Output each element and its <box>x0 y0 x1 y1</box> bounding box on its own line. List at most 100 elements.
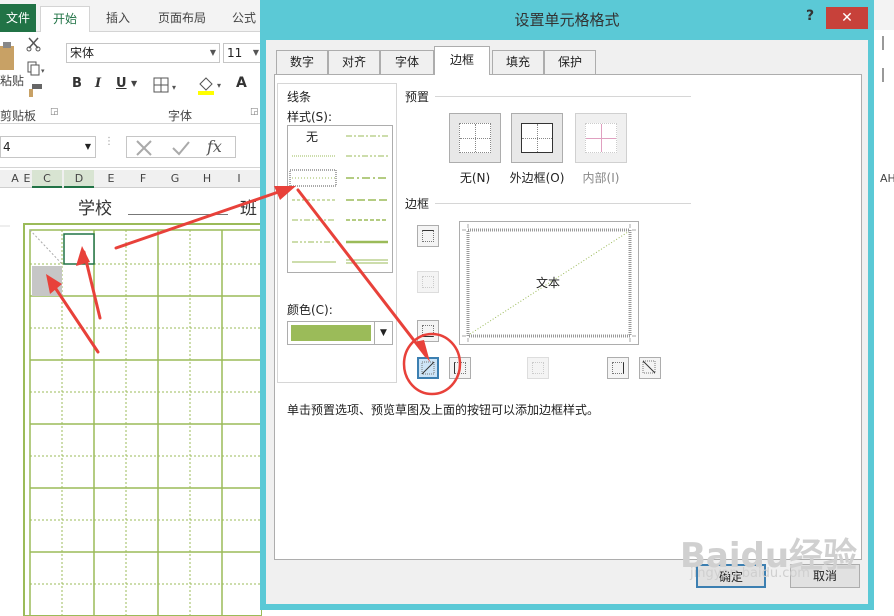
tab-alignment[interactable]: 对齐 <box>328 50 380 74</box>
underline-button[interactable]: U <box>116 76 127 91</box>
border-diagonal-down-button[interactable] <box>639 357 661 379</box>
watermark-url: jingyan.baidu.com <box>690 566 810 581</box>
preset-outline-icon <box>521 123 553 153</box>
tab-protection[interactable]: 保护 <box>544 50 596 74</box>
preset-inside-icon <box>585 123 617 153</box>
clipboard-launcher-icon[interactable]: ◲ <box>50 107 59 117</box>
border-bottom-icon <box>422 325 434 337</box>
diagonal-up-icon <box>421 361 435 375</box>
tianzige-grid <box>0 223 262 616</box>
border-left-icon <box>454 362 466 374</box>
svg-text:▾: ▾ <box>172 83 176 92</box>
font-name-value: 宋体 <box>70 46 95 60</box>
format-painter-icon[interactable] <box>26 82 44 98</box>
tab-number[interactable]: 数字 <box>276 50 328 74</box>
chevron-down-icon: ▼ <box>252 48 259 57</box>
enter-icon[interactable] <box>171 139 191 157</box>
name-box-value: 4 <box>3 140 11 154</box>
formula-buttons: fx <box>126 136 236 158</box>
border-tab-panel: 线条 样式(S): 无 颜色(C): ▼ 预置 无(N) 外边框(O) 内部(I… <box>274 74 862 560</box>
preset-inside-label: 内部(I) <box>582 171 620 185</box>
tab-insert[interactable]: 插入 <box>96 6 140 32</box>
tab-fill[interactable]: 填充 <box>492 50 544 74</box>
column-header[interactable]: D <box>64 170 94 188</box>
border-preview[interactable]: 文本 <box>459 221 639 345</box>
border-bottom-button[interactable] <box>417 320 439 342</box>
preset-inside-button[interactable] <box>575 113 627 163</box>
tab-page-layout[interactable]: 页面布局 <box>150 6 214 32</box>
tab-border[interactable]: 边框 <box>434 46 490 75</box>
column-header-ah[interactable]: AH <box>880 172 894 185</box>
tab-home[interactable]: 开始 <box>40 6 90 33</box>
dialog-title: 设置单元格格式 <box>514 11 620 29</box>
chevron-down-icon: ▼ <box>84 142 91 151</box>
preset-none-label: 无(N) <box>459 171 491 185</box>
fill-color-icon[interactable]: ▾ <box>196 74 226 96</box>
line-style-options[interactable] <box>288 126 392 272</box>
column-header[interactable]: F <box>128 170 158 188</box>
column-header[interactable]: C <box>32 170 62 188</box>
line-color-combo[interactable]: ▼ <box>287 321 393 345</box>
preset-none-hline <box>460 138 490 139</box>
column-header[interactable]: E <box>22 170 32 188</box>
dialog-body: 数字 对齐 字体 边框 填充 保护 线条 样式(S): 无 颜色(C): ▼ 预… <box>266 40 868 604</box>
font-color-button[interactable]: A <box>236 75 247 91</box>
font-size-value: 11 <box>227 46 243 60</box>
tab-file[interactable]: 文件 <box>0 4 36 32</box>
border-right-button[interactable] <box>607 357 629 379</box>
column-header[interactable]: A <box>10 170 20 188</box>
border-group-label: 边框 <box>405 197 430 211</box>
copy-icon[interactable]: ▾ <box>26 60 48 76</box>
column-header[interactable]: I <box>224 170 254 188</box>
borders-icon[interactable]: ▾ <box>152 76 182 94</box>
chevron-down-icon[interactable]: ▼ <box>131 79 137 88</box>
cancel-icon[interactable] <box>135 139 153 157</box>
border-middle-v-icon <box>532 362 544 374</box>
border-top-icon <box>422 230 434 242</box>
paste-label[interactable]: 粘贴 <box>0 72 24 89</box>
svg-text:▾: ▾ <box>217 81 221 90</box>
font-group-label: 字体 <box>168 109 193 123</box>
worksheet-grid[interactable]: 学校 班 <box>0 188 262 616</box>
chevron-down-icon[interactable]: ▼ <box>374 322 392 344</box>
font-name-combo[interactable]: 宋体 ▼ <box>66 43 220 63</box>
bold-button[interactable]: B <box>72 76 82 91</box>
diagonal-down-icon <box>642 360 656 374</box>
clipboard-group-label: 剪贴板 <box>0 109 37 123</box>
border-diagonal-up-button[interactable] <box>417 357 439 379</box>
column-header[interactable]: E <box>96 170 126 188</box>
column-header[interactable]: G <box>160 170 190 188</box>
preset-none-button[interactable] <box>449 113 501 163</box>
italic-button[interactable]: I <box>95 76 101 91</box>
tab-font[interactable]: 字体 <box>380 50 434 74</box>
border-right-icon <box>612 362 624 374</box>
name-box[interactable]: 4 ▼ <box>0 136 96 158</box>
help-button[interactable]: ? <box>806 8 814 24</box>
formula-bar-grip: ⋮ <box>104 136 114 147</box>
chevron-down-icon: ▼ <box>209 48 216 57</box>
column-header[interactable]: H <box>192 170 222 188</box>
font-size-combo[interactable]: 11 ▼ <box>223 43 263 63</box>
preset-none-icon <box>459 123 491 153</box>
border-middle-h-button[interactable] <box>417 271 439 293</box>
border-top-button[interactable] <box>417 225 439 247</box>
style-label: 样式(S): <box>287 110 333 124</box>
insert-function-icon[interactable]: fx <box>207 137 222 156</box>
format-cells-dialog: 设置单元格格式 ? ✕ 数字 对齐 字体 边框 填充 保护 线条 样式(S): … <box>260 0 874 610</box>
preset-outline-hline <box>522 138 552 139</box>
ribbon-edge-mark <box>882 36 884 50</box>
preset-outline-button[interactable] <box>511 113 563 163</box>
preset-separator <box>435 96 691 97</box>
border-middle-h-icon <box>422 276 434 288</box>
border-left-button[interactable] <box>449 357 471 379</box>
line-style-list[interactable]: 无 <box>287 125 393 273</box>
font-launcher-icon[interactable]: ◲ <box>250 107 259 117</box>
line-color-swatch <box>291 325 371 341</box>
cut-icon[interactable] <box>26 36 42 52</box>
tab-formulas[interactable]: 公式 <box>224 6 264 32</box>
line-group-label: 线条 <box>287 90 312 104</box>
close-button[interactable]: ✕ <box>826 7 868 29</box>
preset-group-label: 预置 <box>405 90 430 104</box>
border-middle-v-button[interactable] <box>527 357 549 379</box>
hint-text: 单击预置选项、预览草图及上面的按钮可以添加边框样式。 <box>287 403 600 417</box>
